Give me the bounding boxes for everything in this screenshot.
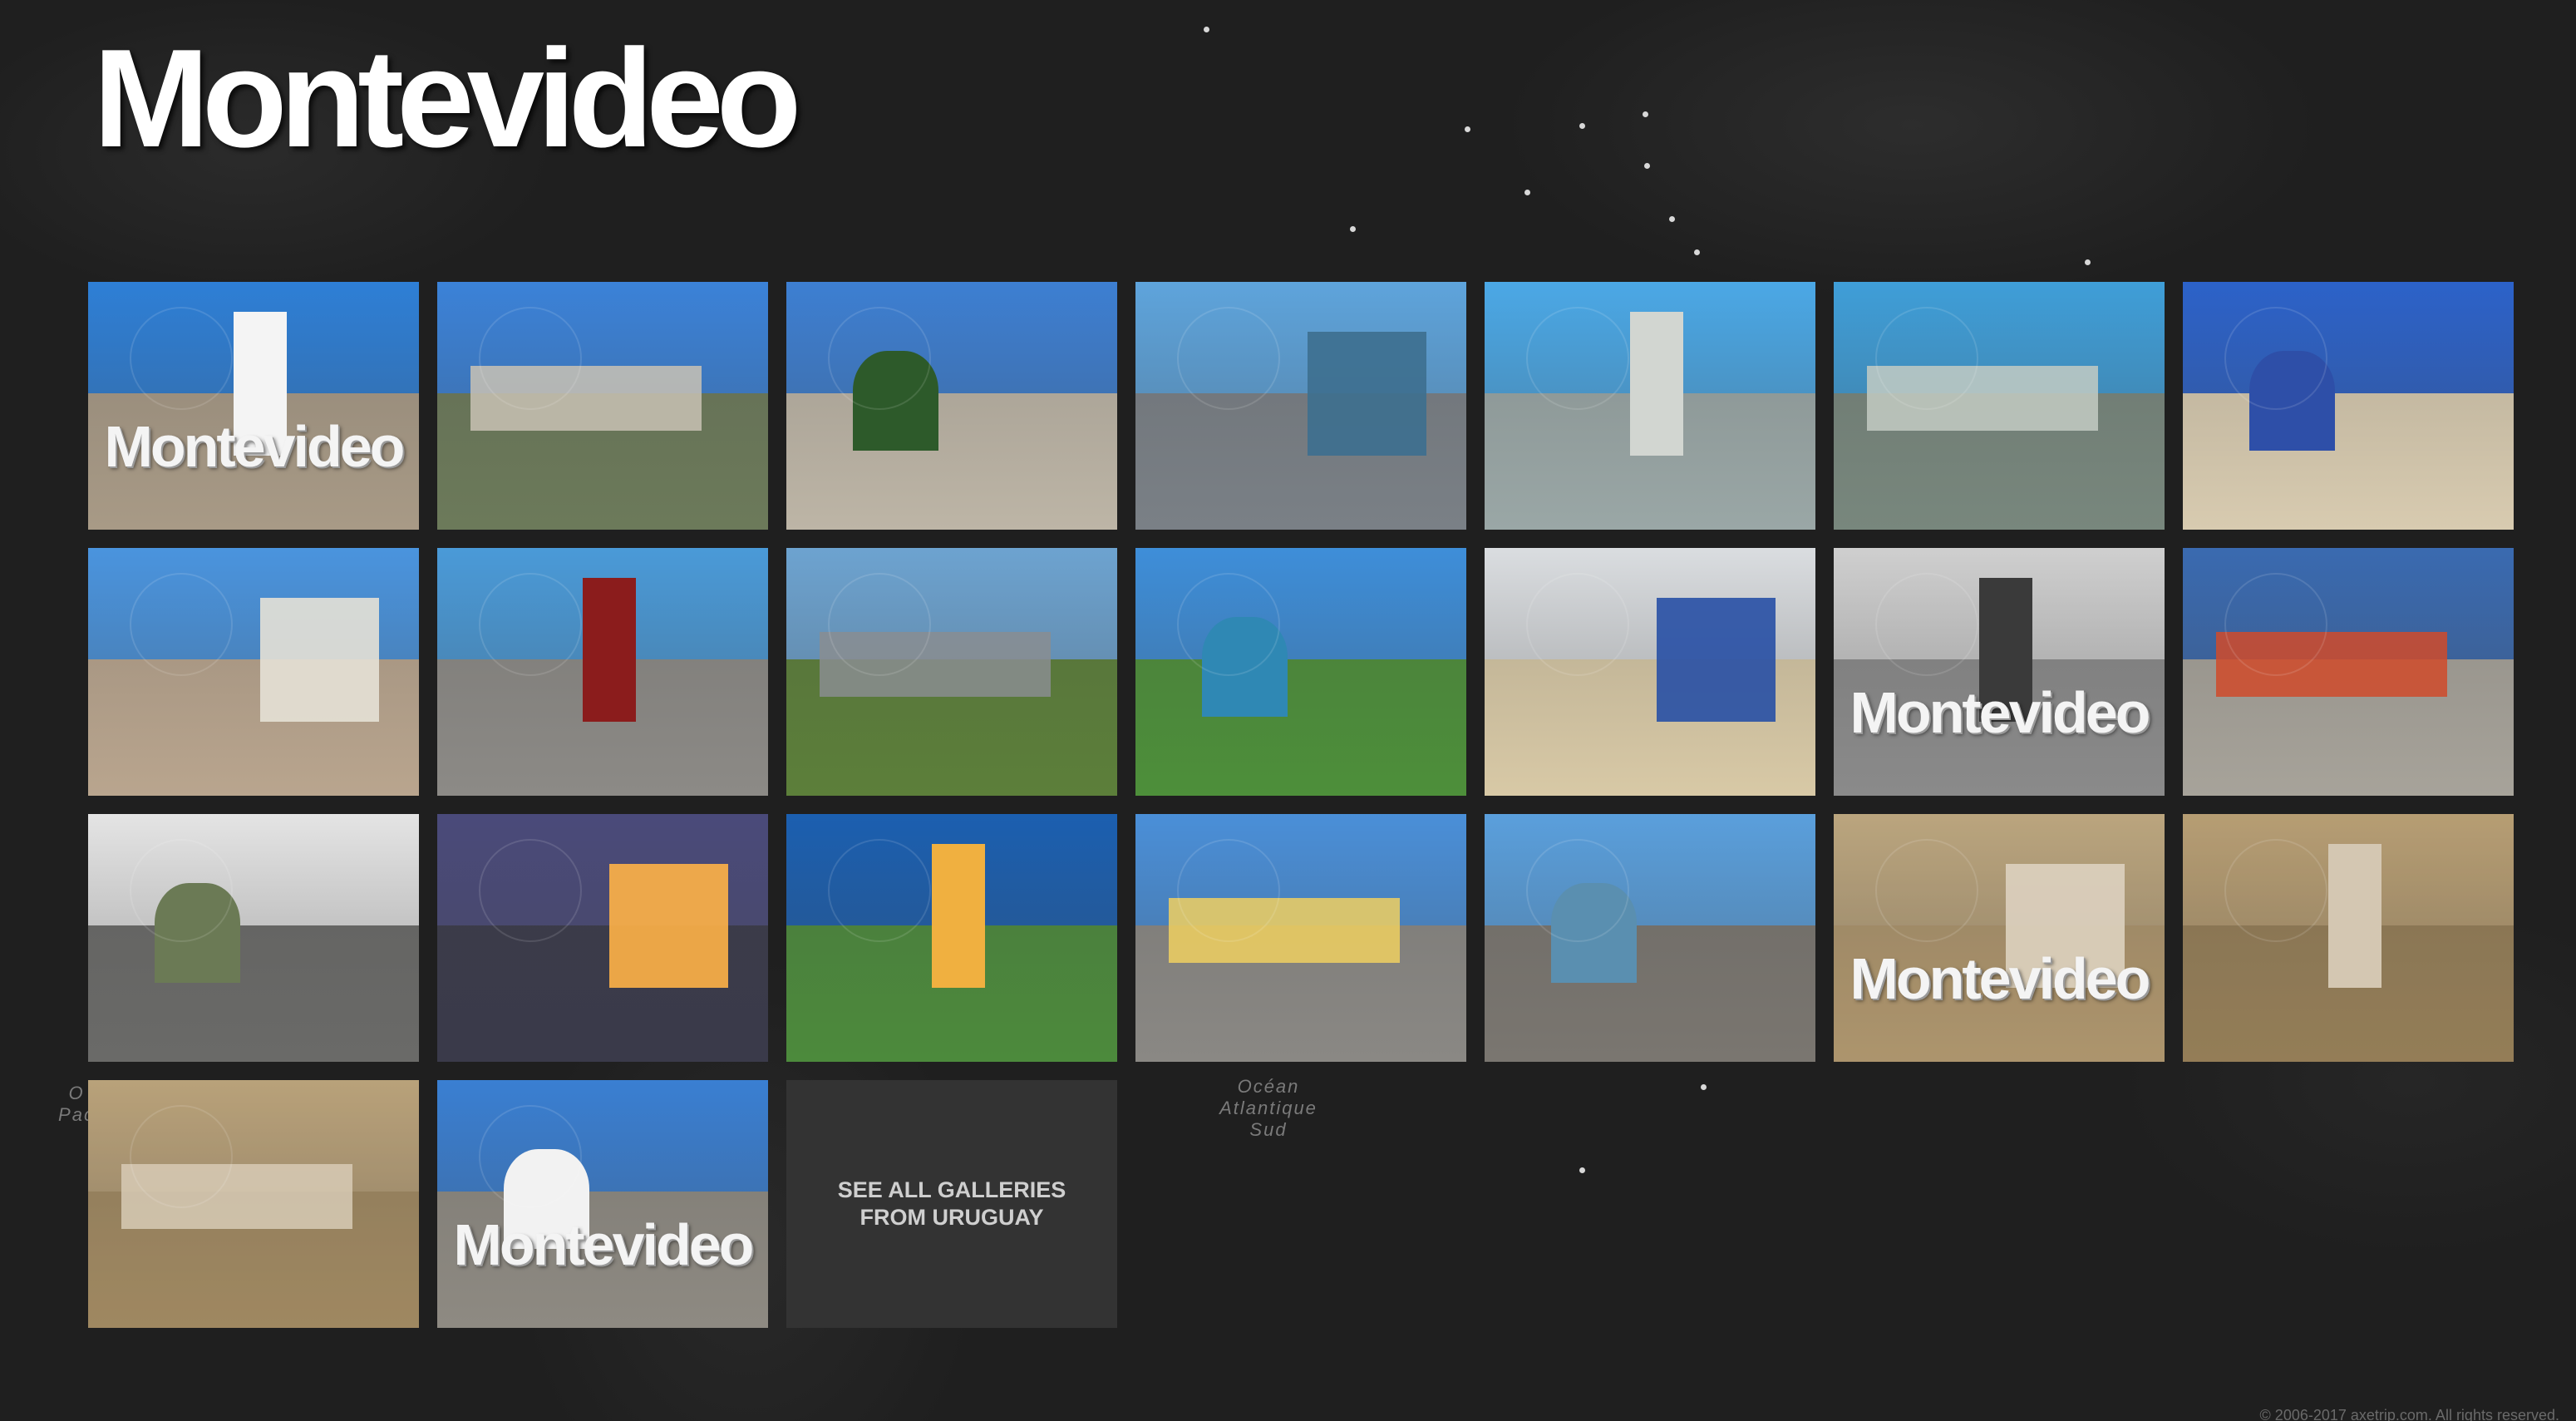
watermark-icon: [2224, 307, 2327, 410]
copyright-text: © 2006-2017 axetrip.com. All rights rese…: [2259, 1407, 2559, 1421]
gallery-photo-tile[interactable]: [88, 1080, 419, 1328]
map-city-dot: [1524, 190, 1530, 195]
photo-sign-text: Montevideo: [453, 1212, 755, 1277]
watermark-icon: [1526, 307, 1629, 410]
watermark-icon: [1177, 839, 1280, 942]
gallery-photo-tile[interactable]: [437, 814, 768, 1062]
watermark-icon: [479, 307, 582, 410]
gallery-photo-tile[interactable]: [437, 548, 768, 796]
watermark-icon: [828, 573, 931, 676]
photo-ground-area: [88, 925, 419, 1062]
watermark-icon: [130, 307, 233, 410]
page-title: Montevideo: [93, 20, 801, 176]
photo-subject-shape: [583, 577, 636, 722]
gallery-photo-tile[interactable]: [437, 282, 768, 530]
photo-ground-area: [786, 393, 1117, 530]
photo-subject-shape: [1630, 311, 1683, 456]
gallery-photo-tile[interactable]: Montevideo: [1834, 814, 2165, 1062]
watermark-icon: [130, 573, 233, 676]
watermark-icon: [479, 573, 582, 676]
gallery-photo-tile[interactable]: [1135, 282, 1466, 530]
watermark-icon: [2224, 573, 2327, 676]
map-city-dot: [1644, 163, 1650, 169]
gallery-photo-tile[interactable]: [1135, 814, 1466, 1062]
photo-subject-shape: [932, 843, 985, 988]
gallery-photo-tile[interactable]: [2183, 814, 2514, 1062]
gallery-photo-tile[interactable]: [786, 814, 1117, 1062]
watermark-icon: [1177, 573, 1280, 676]
gallery-photo-tile[interactable]: [2183, 548, 2514, 796]
watermark-icon: [130, 839, 233, 942]
watermark-icon: [1526, 839, 1629, 942]
map-city-dot: [1465, 126, 1470, 132]
gallery-photo-tile[interactable]: [1485, 548, 1815, 796]
gallery-photo-tile[interactable]: Montevideo: [437, 1080, 768, 1328]
map-city-dot: [1204, 27, 1209, 32]
photo-subject-shape: [1307, 331, 1427, 456]
watermark-icon: [828, 307, 931, 410]
sepia-filter: [88, 1080, 419, 1328]
photo-subject-shape: [1656, 597, 1776, 722]
watermark-icon: [1177, 307, 1280, 410]
page: Océan Atlantique Sud O Pac Montevideo Mo…: [0, 0, 2576, 1421]
see-all-galleries-label: SEE ALL GALLERIES FROM URUGUAY: [837, 1177, 1066, 1230]
watermark-icon: [1875, 307, 1978, 410]
gallery-grid: Montevideo Montevideo Montevideo Montevideo…: [88, 282, 2515, 1328]
gallery-photo-tile[interactable]: [2183, 282, 2514, 530]
watermark-icon: [130, 1105, 233, 1208]
watermark-icon: [2224, 839, 2327, 942]
map-city-dot: [1579, 123, 1585, 129]
map-city-dot: [1643, 111, 1648, 117]
map-city-dot: [1694, 249, 1700, 255]
photo-ground-area: [1135, 659, 1466, 796]
gallery-photo-tile[interactable]: [88, 548, 419, 796]
gallery-photo-tile[interactable]: [1135, 548, 1466, 796]
gallery-photo-tile[interactable]: [1834, 282, 2165, 530]
photo-ground-area: [1485, 925, 1815, 1062]
map-city-dot: [1350, 226, 1356, 232]
photo-sign-text: Montevideo: [1849, 946, 2151, 1011]
watermark-icon: [1875, 839, 1978, 942]
gallery-photo-tile[interactable]: [1485, 814, 1815, 1062]
photo-ground-area: [2183, 393, 2514, 530]
watermark-icon: [1526, 573, 1629, 676]
gallery-photo-tile[interactable]: [88, 814, 419, 1062]
photo-sign-text: Montevideo: [104, 414, 406, 479]
gallery-photo-tile[interactable]: [786, 548, 1117, 796]
gallery-photo-tile[interactable]: [786, 282, 1117, 530]
map-city-dot: [2085, 259, 2091, 265]
map-city-dot: [1669, 216, 1675, 222]
watermark-icon: [479, 1105, 582, 1208]
photo-subject-shape: [259, 597, 380, 722]
gallery-photo-tile[interactable]: Montevideo: [88, 282, 419, 530]
watermark-icon: [1875, 573, 1978, 676]
watermark-icon: [479, 839, 582, 942]
gallery-photo-tile[interactable]: Montevideo: [1834, 548, 2165, 796]
watermark-icon: [828, 839, 931, 942]
sepia-filter: [2183, 814, 2514, 1062]
photo-sign-text: Montevideo: [1849, 680, 2151, 745]
photo-subject-shape: [608, 863, 729, 988]
see-all-galleries-button[interactable]: SEE ALL GALLERIES FROM URUGUAY: [786, 1080, 1117, 1328]
sepia-filter: [1834, 814, 2165, 1062]
gallery-photo-tile[interactable]: [1485, 282, 1815, 530]
